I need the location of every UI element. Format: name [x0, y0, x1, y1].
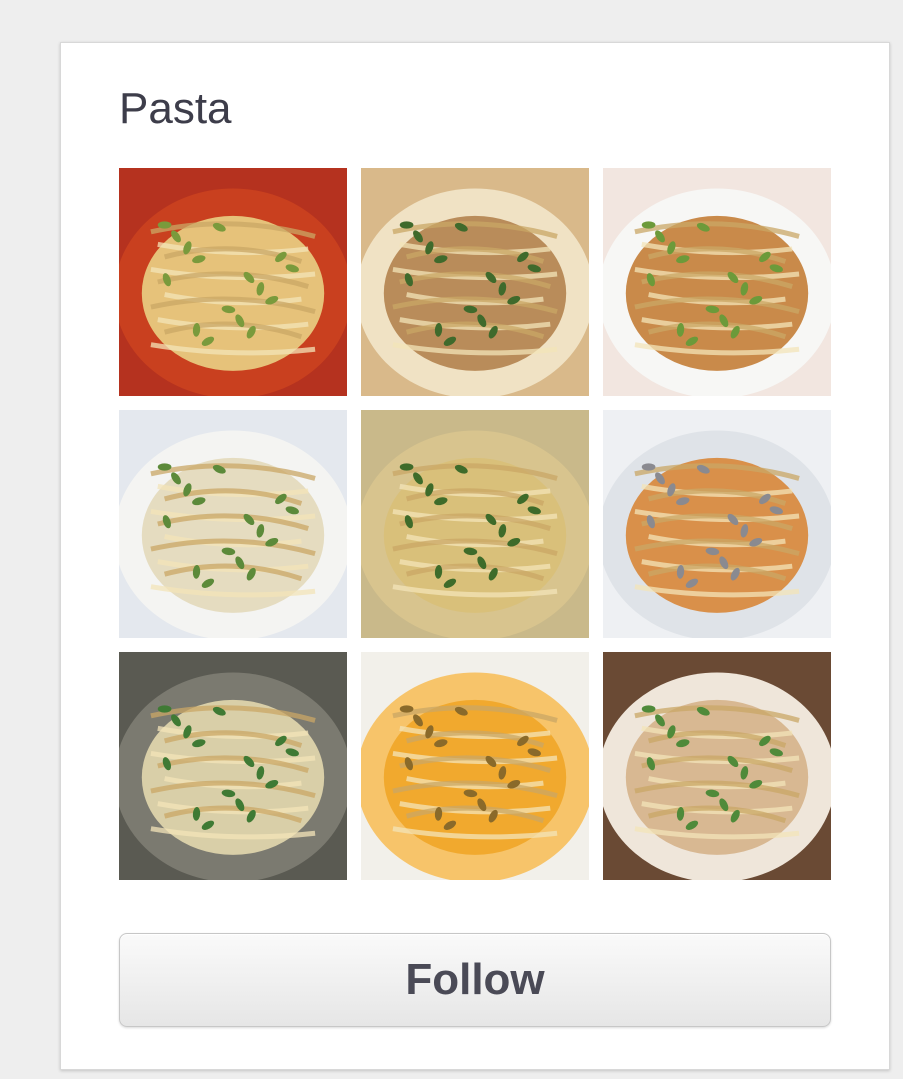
thumb-pasta-4[interactable] [119, 410, 347, 638]
thumb-pasta-1[interactable] [119, 168, 347, 396]
thumb-pasta-2[interactable] [361, 168, 589, 396]
thumb-pasta-9[interactable] [603, 652, 831, 880]
thumb-pasta-2-image [361, 168, 589, 396]
thumb-pasta-3-image [603, 168, 831, 396]
thumb-pasta-7[interactable] [119, 652, 347, 880]
thumbnail-grid[interactable] [119, 168, 831, 880]
thumb-pasta-7-image [119, 652, 347, 880]
thumb-pasta-8-image [361, 652, 589, 880]
thumb-pasta-3[interactable] [603, 168, 831, 396]
thumb-pasta-6[interactable] [603, 410, 831, 638]
thumb-pasta-5[interactable] [361, 410, 589, 638]
board-card: Pasta Follow [60, 42, 890, 1070]
thumb-pasta-5-image [361, 410, 589, 638]
thumb-pasta-9-image [603, 652, 831, 880]
thumb-pasta-4-image [119, 410, 347, 638]
thumb-pasta-6-image [603, 410, 831, 638]
thumb-pasta-1-image [119, 168, 347, 396]
thumb-pasta-8[interactable] [361, 652, 589, 880]
follow-button[interactable]: Follow [119, 933, 831, 1027]
board-title[interactable]: Pasta [119, 83, 232, 136]
